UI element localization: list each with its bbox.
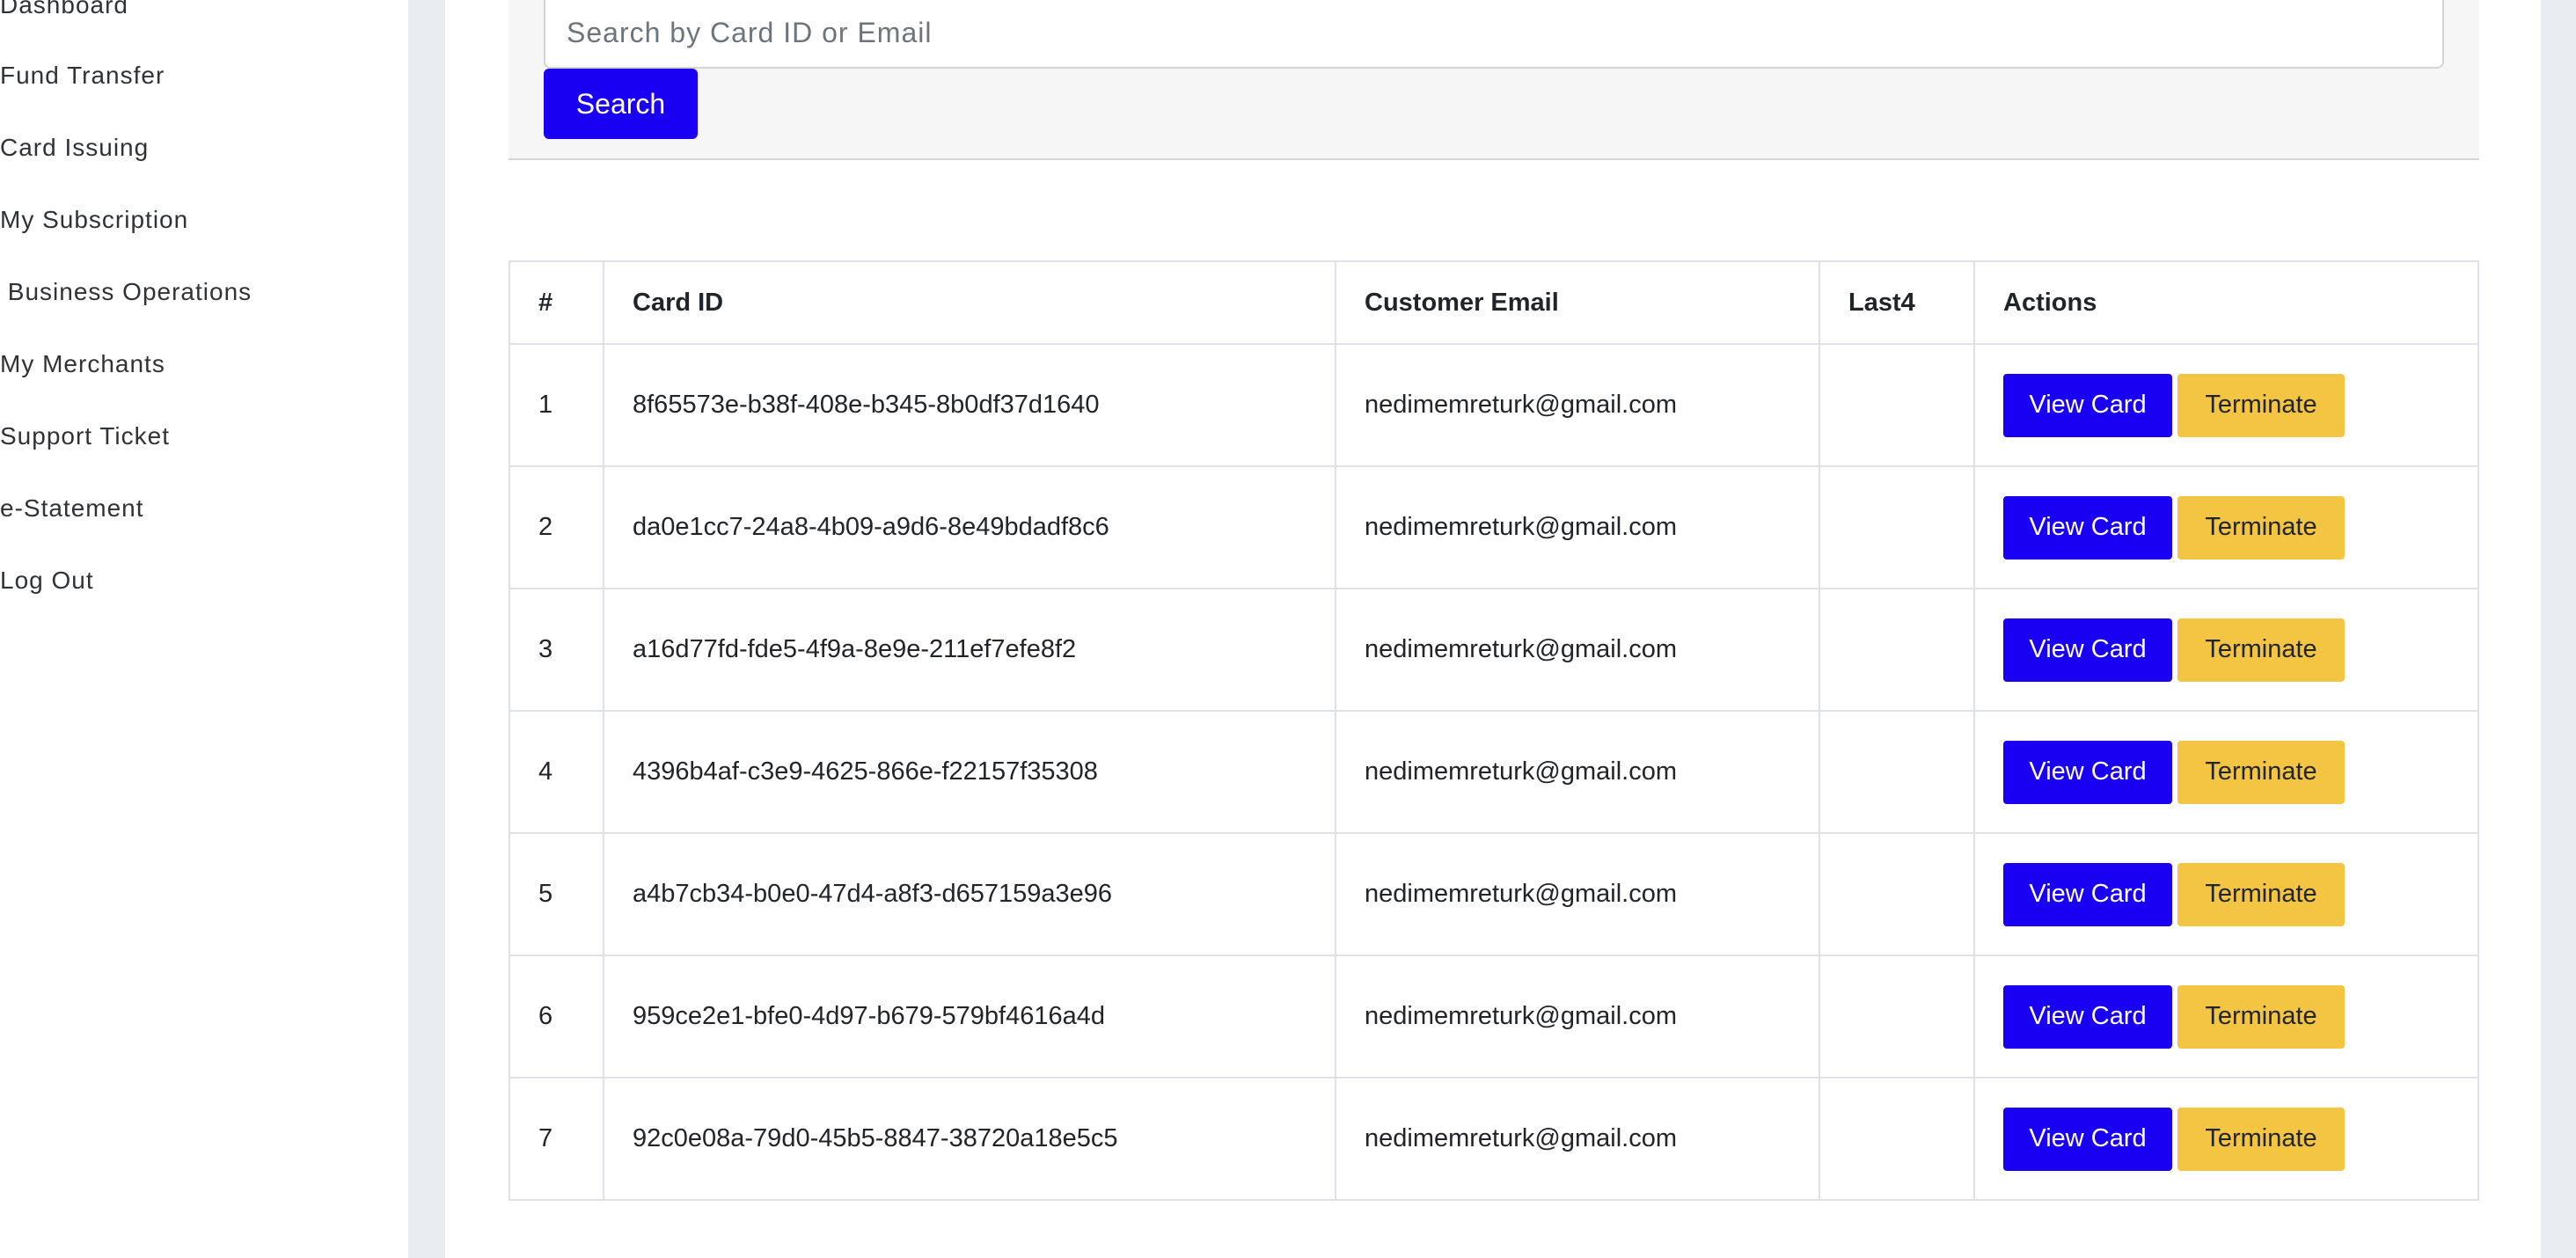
actions-cell: View Card Terminate xyxy=(1973,1077,2479,1201)
view-card-button[interactable]: View Card xyxy=(2003,984,2172,1049)
page-gutter-right xyxy=(2541,0,2576,1258)
sidebar-item-card-issuing[interactable]: Card Issuing xyxy=(0,134,149,162)
row-number: 7 xyxy=(509,1077,604,1201)
terminate-button[interactable]: Terminate xyxy=(2177,618,2345,682)
view-card-button[interactable]: View Card xyxy=(2003,740,2172,804)
terminate-button[interactable]: Terminate xyxy=(2177,1107,2345,1171)
actions-cell: View Card Terminate xyxy=(1973,588,2479,712)
customer-email-cell: nedimemreturk@gmail.com xyxy=(1335,343,1820,467)
search-button[interactable]: Search xyxy=(544,69,698,139)
last4-cell xyxy=(1819,832,1975,956)
last4-cell xyxy=(1819,588,1975,712)
view-card-button[interactable]: View Card xyxy=(2003,618,2172,682)
last4-cell xyxy=(1819,954,1975,1079)
sidebar: Dashboard Fund Transfer Card Issuing My … xyxy=(0,0,408,1258)
last4-cell xyxy=(1819,710,1975,834)
actions-cell: View Card Terminate xyxy=(1973,954,2479,1079)
view-card-button[interactable]: View Card xyxy=(2003,495,2172,560)
sidebar-item-log-out[interactable]: Log Out xyxy=(0,567,94,595)
row-number: 2 xyxy=(509,465,604,589)
view-card-button[interactable]: View Card xyxy=(2003,373,2172,437)
table-row: 5 a4b7cb34-b0e0-47d4-a8f3-d657159a3e96 n… xyxy=(509,832,2479,956)
cards-table: # Card ID Customer Email Last4 Actions 1… xyxy=(509,260,2479,1201)
terminate-button[interactable]: Terminate xyxy=(2177,373,2345,437)
sidebar-item-support-ticket[interactable]: Support Ticket xyxy=(0,422,170,450)
card-id-cell: a16d77fd-fde5-4f9a-8e9e-211ef7efe8f2 xyxy=(603,588,1336,712)
view-card-button[interactable]: View Card xyxy=(2003,862,2172,926)
row-number: 5 xyxy=(509,832,604,956)
customer-email-cell: nedimemreturk@gmail.com xyxy=(1335,832,1820,956)
card-id-cell: 4396b4af-c3e9-4625-866e-f22157f35308 xyxy=(603,710,1336,834)
last4-cell xyxy=(1819,1077,1975,1201)
card-id-cell: 959ce2e1-bfe0-4d97-b679-579bf4616a4d xyxy=(603,954,1336,1079)
card-id-cell: 92c0e08a-79d0-45b5-8847-38720a18e5c5 xyxy=(603,1077,1336,1201)
terminate-button[interactable]: Terminate xyxy=(2177,740,2345,804)
last4-cell xyxy=(1819,343,1975,467)
actions-cell: View Card Terminate xyxy=(1973,465,2479,589)
table-row: 3 a16d77fd-fde5-4f9a-8e9e-211ef7efe8f2 n… xyxy=(509,588,2479,712)
column-header-customer-email: Customer Email xyxy=(1335,260,1820,345)
row-number: 3 xyxy=(509,588,604,712)
table-row: 1 8f65573e-b38f-408e-b345-8b0df37d1640 n… xyxy=(509,343,2479,467)
table-row: 7 92c0e08a-79d0-45b5-8847-38720a18e5c5 n… xyxy=(509,1077,2479,1201)
column-header-number: # xyxy=(509,260,604,345)
customer-email-cell: nedimemreturk@gmail.com xyxy=(1335,1077,1820,1201)
sidebar-item-my-subscription[interactable]: My Subscription xyxy=(0,206,188,234)
actions-cell: View Card Terminate xyxy=(1973,710,2479,834)
customer-email-cell: nedimemreturk@gmail.com xyxy=(1335,954,1820,1079)
view-card-button[interactable]: View Card xyxy=(2003,1107,2172,1171)
row-number: 1 xyxy=(509,343,604,467)
card-id-cell: 8f65573e-b38f-408e-b345-8b0df37d1640 xyxy=(603,343,1336,467)
column-header-actions: Actions xyxy=(1973,260,2479,345)
actions-cell: View Card Terminate xyxy=(1973,343,2479,467)
sidebar-item-dashboard[interactable]: Dashboard xyxy=(0,0,128,19)
sidebar-item-business-operations[interactable]: Business Operations xyxy=(0,278,252,306)
row-number: 4 xyxy=(509,710,604,834)
terminate-button[interactable]: Terminate xyxy=(2177,984,2345,1049)
sidebar-item-e-statement[interactable]: e-Statement xyxy=(0,494,144,523)
terminate-button[interactable]: Terminate xyxy=(2177,862,2345,926)
table-row: 6 959ce2e1-bfe0-4d97-b679-579bf4616a4d n… xyxy=(509,954,2479,1079)
table-header-row: # Card ID Customer Email Last4 Actions xyxy=(509,260,2479,345)
customer-email-cell: nedimemreturk@gmail.com xyxy=(1335,465,1820,589)
terminate-button[interactable]: Terminate xyxy=(2177,495,2345,560)
search-input[interactable] xyxy=(544,0,2444,69)
row-number: 6 xyxy=(509,954,604,1079)
card-id-cell: da0e1cc7-24a8-4b09-a9d6-8e49bdadf8c6 xyxy=(603,465,1336,589)
page-gutter xyxy=(408,0,445,1258)
actions-cell: View Card Terminate xyxy=(1973,832,2479,956)
column-header-card-id: Card ID xyxy=(603,260,1336,345)
sidebar-item-my-merchants[interactable]: My Merchants xyxy=(0,350,165,378)
table-row: 2 da0e1cc7-24a8-4b09-a9d6-8e49bdadf8c6 n… xyxy=(509,465,2479,589)
last4-cell xyxy=(1819,465,1975,589)
card-id-cell: a4b7cb34-b0e0-47d4-a8f3-d657159a3e96 xyxy=(603,832,1336,956)
customer-email-cell: nedimemreturk@gmail.com xyxy=(1335,588,1820,712)
column-header-last4: Last4 xyxy=(1819,260,1975,345)
table-row: 4 4396b4af-c3e9-4625-866e-f22157f35308 n… xyxy=(509,710,2479,834)
sidebar-item-fund-transfer[interactable]: Fund Transfer xyxy=(0,62,165,90)
customer-email-cell: nedimemreturk@gmail.com xyxy=(1335,710,1820,834)
